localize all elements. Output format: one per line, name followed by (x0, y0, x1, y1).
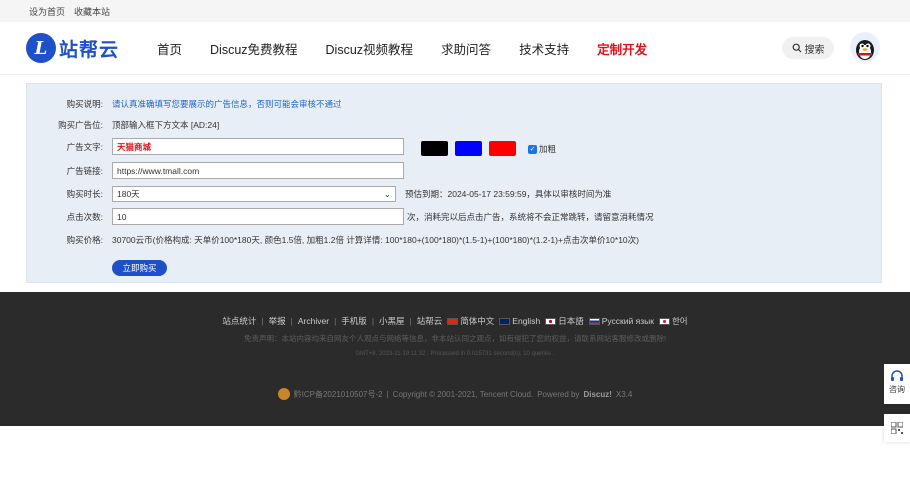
footer-copyright: 黔ICP备2021010507号-2 | Copyright © 2001-20… (0, 388, 910, 400)
clicks-note: 次，消耗完以后点击广告，系统将不会正常跳转，请留意消耗情况 (407, 211, 654, 222)
footer-link-archiver[interactable]: Archiver (298, 316, 329, 326)
clicks-input[interactable]: 10 (112, 208, 404, 225)
footer-link-report[interactable]: 举报 (269, 315, 286, 327)
nav-item-support[interactable]: 技术支持 (519, 39, 569, 58)
china-flag-icon (447, 318, 459, 326)
price-label: 购买价格: (66, 235, 103, 245)
row-price: 购买价格: 30700云币(价格构成: 天单价100*180天, 颜色1.5倍,… (27, 234, 639, 246)
powered-by-text: Powered by (537, 389, 580, 399)
buy-now-button[interactable]: 立即购买 (112, 260, 167, 276)
ad-text-label: 广告文字: (66, 141, 103, 152)
lang-ko[interactable]: 한어 (658, 315, 688, 327)
row-ad-text: 广告文字: 天猫商城 (27, 138, 404, 155)
nav-item-custom-dev[interactable]: 定制开发 (597, 39, 647, 58)
chevron-down-icon: ⌄ (383, 188, 391, 199)
color-black-swatch[interactable] (421, 141, 448, 156)
lang-ja[interactable]: 日本語 (545, 315, 584, 327)
icp-link[interactable]: 黔ICP备2021010507号-2 (294, 389, 383, 400)
lang-zh[interactable]: 简体中文 (447, 315, 494, 327)
duration-select[interactable]: 180天 ⌄ (112, 186, 396, 202)
site-header: L 站帮云 首页 Discuz免费教程 Discuz视频教程 求助问答 技术支持… (0, 22, 910, 75)
main-nav: 首页 Discuz免费教程 Discuz视频教程 求助问答 技术支持 定制开发 (157, 39, 675, 58)
row-duration: 购买时长: 180天 ⌄ 预估到期：2024-05-17 23:59:59，具体… (27, 186, 611, 202)
bookmark-link[interactable]: 收藏本站 (74, 5, 110, 18)
color-blue-swatch[interactable] (455, 141, 482, 156)
lang-ru[interactable]: Русский язык (588, 316, 654, 326)
top-bar: 设为首页 收藏本站 (0, 0, 910, 22)
expiry-text: 预估到期：2024-05-17 23:59:59，具体以审核时间为准 (405, 189, 612, 199)
penguin-avatar-icon (856, 40, 874, 60)
price-value: 30700云币(价格构成: 天单价100*180天, 颜色1.5倍, 加粗1.2… (112, 235, 639, 245)
lang-en[interactable]: English (499, 316, 540, 326)
nav-item-free-tutorials[interactable]: Discuz免费教程 (210, 39, 298, 58)
ad-link-label: 广告链接: (66, 165, 103, 176)
footer-link-stats[interactable]: 站点统计 (222, 315, 256, 327)
row-ad-link: 广告链接: https://www.tmall.com (27, 162, 404, 179)
duration-selected-value: 180天 (117, 189, 140, 199)
police-badge-icon (277, 388, 290, 400)
headset-icon (891, 370, 903, 381)
position-value: 顶部输入框下方文本 [AD:24] (112, 120, 220, 130)
logo-text: 站帮云 (59, 39, 120, 61)
instructions-label: 购买说明: (66, 99, 103, 109)
discuz-link[interactable]: Discuz! (583, 390, 611, 399)
instructions-text: 请认真准确填写您要展示的广告信息，否则可能会审核不通过 (112, 99, 342, 109)
uk-flag-icon (499, 318, 511, 326)
search-label: 搜索 (804, 44, 825, 56)
position-label: 购买广告位: (58, 120, 103, 130)
footer-link-mobile[interactable]: 手机版 (341, 315, 367, 327)
clicks-label: 点击次数: (66, 211, 103, 222)
copyright-text: Copyright © 2001-2021, Tencent Cloud. (392, 389, 534, 399)
ad-link-input[interactable]: https://www.tmall.com (112, 162, 404, 179)
site-logo[interactable]: L 站帮云 (26, 33, 150, 63)
korea-flag-icon (658, 318, 670, 326)
consult-label: 咨询 (889, 385, 905, 394)
footer-gmt: GMT+8, 2023-11-19 11:32 , Processed in 0… (355, 351, 555, 357)
japan-flag-icon (545, 318, 557, 326)
qrcode-icon (891, 422, 903, 434)
duration-label: 购买时长: (66, 189, 103, 199)
row-position: 购买广告位: 顶部输入框下方文本 [AD:24] (27, 119, 219, 131)
site-footer: 站点统计 | 举报 | Archiver | 手机版 | 小黑屋 | 站帮云 简体中文 E… (0, 292, 910, 426)
row-instructions: 购买说明: 请认真准确填写您要展示的广告信息，否则可能会审核不通过 (27, 98, 342, 110)
qrcode-button[interactable] (884, 414, 910, 442)
nav-item-video-tutorials[interactable]: Discuz视频教程 (326, 39, 414, 58)
footer-link-blackroom[interactable]: 小黑屋 (379, 315, 405, 327)
nav-item-qa[interactable]: 求助问答 (441, 39, 491, 58)
nav-item-home[interactable]: 首页 (157, 39, 182, 58)
bold-checkbox[interactable]: ✓ 加粗 (528, 143, 556, 155)
user-avatar[interactable] (850, 32, 880, 62)
consult-button[interactable]: 咨询 (884, 364, 910, 404)
ad-purchase-form: 购买说明: 请认真准确填写您要展示的广告信息，否则可能会审核不通过 购买广告位:… (26, 83, 882, 283)
search-button[interactable]: 搜索 (782, 37, 834, 59)
footer-disclaimer: 免责声明：本站内容均来自网友个人观点与网络等信息，非本站认同之观点，如有侵犯了您… (243, 334, 667, 343)
russia-flag-icon (588, 318, 600, 326)
row-clicks: 点击次数: 10 次，消耗完以后点击广告，系统将不会正常跳转，请留意消耗情况 (27, 208, 654, 225)
footer-link-site[interactable]: 站帮云 (417, 315, 443, 327)
version-text: X3.4 (615, 389, 633, 399)
color-red-swatch[interactable] (489, 141, 516, 156)
checkbox-check-icon: ✓ (528, 144, 537, 154)
ad-text-input[interactable]: 天猫商城 (112, 138, 404, 155)
search-icon (792, 43, 801, 53)
logo-mark: L (26, 33, 56, 63)
footer-links: 站点统计 | 举报 | Archiver | 手机版 | 小黑屋 | 站帮云 简体中文 E… (222, 315, 688, 327)
set-home-link[interactable]: 设为首页 (29, 5, 65, 18)
bold-label: 加粗 (539, 144, 557, 154)
